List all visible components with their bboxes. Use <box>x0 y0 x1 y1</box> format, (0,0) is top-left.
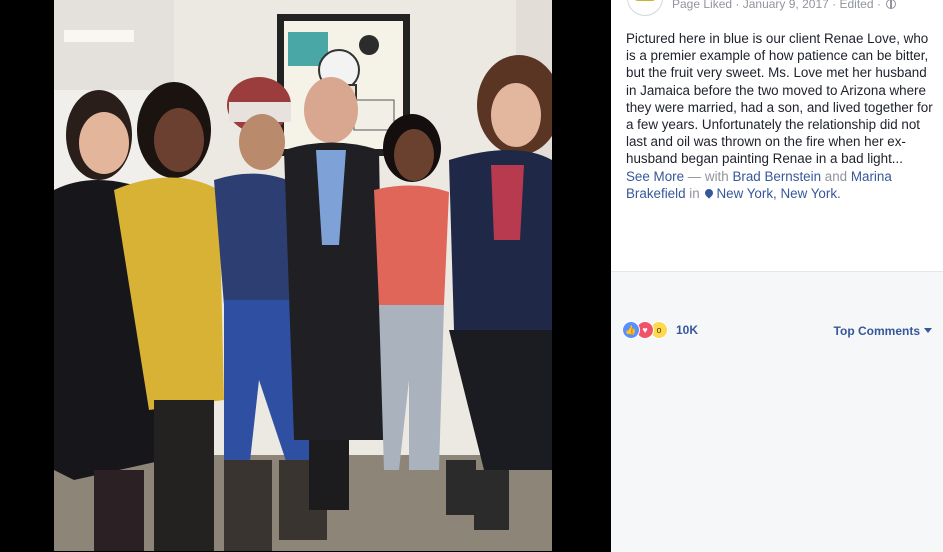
page-liked-status: Page Liked <box>672 0 733 11</box>
post-date[interactable]: January 9, 2017 <box>743 0 829 11</box>
meta-separator: · <box>876 0 881 11</box>
globe-icon[interactable] <box>886 0 897 9</box>
post-side-panel: Page Liked · January 9, 2017 · Edited · … <box>611 0 943 552</box>
page-avatar[interactable] <box>627 0 663 16</box>
reaction-count[interactable]: 10K <box>676 323 698 337</box>
page-logo-icon <box>633 0 657 1</box>
meta-separator: · <box>832 0 837 11</box>
post-header: Page Liked · January 9, 2017 · Edited · <box>611 0 943 16</box>
location-link[interactable]: New York, New York. <box>716 186 840 201</box>
edited-label[interactable]: Edited <box>839 0 873 11</box>
reactions-summary[interactable]: 👍 ♥ o 10K <box>622 321 698 339</box>
see-more-link[interactable]: See More <box>626 169 684 184</box>
post-text: Pictured here in blue is our client Rena… <box>626 31 933 167</box>
group-photo <box>54 0 552 551</box>
meta-separator: · <box>735 0 740 11</box>
post-meta: Page Liked · January 9, 2017 · Edited · <box>672 0 897 11</box>
post-body: Pictured here in blue is our client Rena… <box>626 30 938 202</box>
tagged-person-1[interactable]: Brad Bernstein <box>732 169 821 184</box>
and-word: and <box>824 168 848 184</box>
top-comments-label: Top Comments <box>833 324 920 338</box>
in-word: in <box>689 185 700 201</box>
post-photo[interactable] <box>54 0 552 551</box>
caret-down-icon <box>924 328 932 333</box>
comments-area: 👍 ♥ o 10K Top Comments <box>611 271 943 552</box>
top-comments-dropdown[interactable]: Top Comments <box>834 324 932 338</box>
with-prefix: — with <box>687 168 729 184</box>
location-pin-icon <box>703 187 716 199</box>
like-icon: 👍 <box>622 321 640 339</box>
